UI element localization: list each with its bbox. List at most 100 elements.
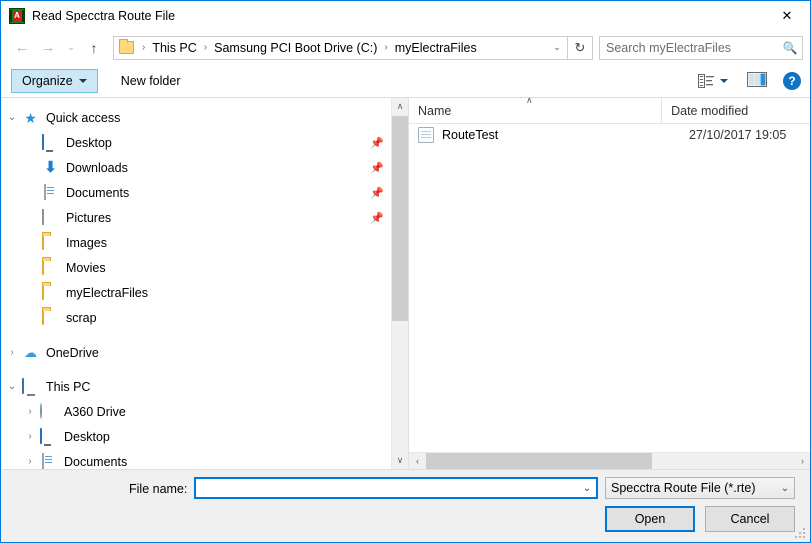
desktop-icon bbox=[42, 133, 59, 151]
window-controls: ✕ bbox=[764, 1, 810, 31]
resize-grip[interactable] bbox=[795, 528, 806, 539]
breadcrumb-item-this-pc[interactable]: This PC bbox=[149, 40, 199, 56]
column-label: Date modified bbox=[671, 103, 749, 118]
chevron-down-icon[interactable]: ⌄ bbox=[578, 483, 596, 494]
chevron-down-icon[interactable]: ⌄ bbox=[2, 112, 22, 123]
file-list-horizontal-scrollbar[interactable]: ‹ › bbox=[409, 452, 810, 470]
forward-icon[interactable]: → bbox=[35, 35, 61, 61]
address-bar[interactable]: › This PC › Samsung PCI Boot Drive (C:) … bbox=[113, 35, 568, 60]
pc-icon bbox=[22, 377, 39, 395]
dialog-body: ⌄ ★ Quick access Desktop 📌 ⬇ Downloads 📌 bbox=[2, 98, 810, 470]
window-title: Read Specctra Route File bbox=[32, 9, 176, 23]
scroll-down-icon[interactable]: ∨ bbox=[392, 452, 408, 469]
cancel-button[interactable]: Cancel bbox=[705, 506, 795, 532]
scrollbar-thumb[interactable] bbox=[392, 116, 408, 321]
sidebar-item-label: Movies bbox=[66, 260, 106, 275]
chevron-down-icon[interactable]: ⌄ bbox=[776, 483, 794, 494]
pin-icon[interactable]: 📌 bbox=[370, 186, 384, 199]
sidebar-item-label: scrap bbox=[66, 310, 97, 325]
sidebar-item-label: Downloads bbox=[66, 160, 128, 175]
file-type-filter-combo[interactable]: Specctra Route File (*.rte) ⌄ bbox=[605, 477, 795, 499]
refresh-icon[interactable]: ↻ bbox=[568, 35, 593, 60]
sidebar-item-label: Quick access bbox=[46, 110, 121, 125]
open-button[interactable]: Open bbox=[605, 506, 695, 532]
sidebar-item-onedrive[interactable]: › ☁ OneDrive bbox=[2, 340, 392, 365]
sort-ascending-icon: ∧ bbox=[526, 98, 533, 105]
recent-locations-icon[interactable]: ⌄ bbox=[61, 35, 81, 61]
chevron-down-icon[interactable]: ⌄ bbox=[2, 381, 22, 392]
breadcrumb-item-drive[interactable]: Samsung PCI Boot Drive (C:) bbox=[211, 40, 380, 56]
organize-button[interactable]: Organize bbox=[11, 68, 98, 93]
scroll-up-icon[interactable]: ∧ bbox=[392, 98, 408, 115]
sidebar-item-desktop[interactable]: Desktop 📌 bbox=[2, 130, 392, 155]
breadcrumb-separator: › bbox=[203, 42, 208, 53]
folder-icon bbox=[119, 39, 134, 54]
sidebar-item-pc-desktop[interactable]: › Desktop bbox=[2, 424, 392, 449]
a360-icon bbox=[40, 402, 57, 420]
sidebar-item-this-pc[interactable]: ⌄ This PC bbox=[2, 374, 392, 399]
table-row[interactable]: RouteTest 27/10/2017 19:05 bbox=[409, 124, 810, 146]
sidebar-item-label: Desktop bbox=[64, 429, 110, 444]
scroll-left-icon[interactable]: ‹ bbox=[409, 453, 426, 470]
breadcrumb-item-myelectrafiles[interactable]: myElectraFiles bbox=[392, 40, 480, 56]
close-icon[interactable]: ✕ bbox=[764, 1, 810, 31]
folder-icon bbox=[42, 258, 59, 276]
sidebar-item-label: myElectraFiles bbox=[66, 285, 148, 300]
sidebar-item-a360-drive[interactable]: › A360 Drive bbox=[2, 399, 392, 424]
pin-icon[interactable]: 📌 bbox=[370, 136, 384, 149]
chevron-down-icon[interactable]: ⌄ bbox=[547, 37, 567, 59]
scrollbar-thumb[interactable] bbox=[426, 452, 652, 469]
pin-icon[interactable]: 📌 bbox=[370, 161, 384, 174]
pin-icon[interactable]: 📌 bbox=[370, 211, 384, 224]
sidebar-item-label: Images bbox=[66, 235, 107, 250]
view-layout-button[interactable] bbox=[695, 68, 731, 94]
sidebar-item-label: Pictures bbox=[66, 210, 112, 225]
preview-pane-button[interactable] bbox=[747, 72, 767, 90]
search-box[interactable]: 🔍 bbox=[599, 35, 803, 60]
new-folder-button[interactable]: New folder bbox=[113, 69, 189, 93]
document-icon bbox=[42, 183, 59, 201]
breadcrumb-separator: › bbox=[384, 42, 388, 53]
sidebar-item-scrap[interactable]: scrap bbox=[2, 305, 392, 330]
sidebar-item-label: Documents bbox=[64, 454, 128, 469]
file-list-pane: ∧ Name Date modified RouteTest 27/10/201… bbox=[409, 98, 810, 470]
navigation-bar: ← → ⌄ ↑ › This PC › Samsung PCI Boot Dri… bbox=[2, 31, 810, 64]
chevron-right-icon[interactable]: › bbox=[20, 431, 40, 442]
file-name-input[interactable] bbox=[196, 480, 578, 496]
scroll-right-icon[interactable]: › bbox=[794, 453, 810, 470]
sidebar-item-movies[interactable]: Movies bbox=[2, 255, 392, 280]
sidebar-item-myelectrafiles[interactable]: myElectraFiles bbox=[2, 280, 392, 305]
sidebar-item-images[interactable]: Images bbox=[2, 230, 392, 255]
column-header-name[interactable]: ∧ Name bbox=[409, 98, 663, 123]
sidebar-item-pc-documents[interactable]: › Documents bbox=[2, 449, 392, 469]
title-bar: A Read Specctra Route File ✕ bbox=[1, 1, 810, 31]
sidebar-item-documents[interactable]: Documents 📌 bbox=[2, 180, 392, 205]
chevron-right-icon[interactable]: › bbox=[2, 347, 22, 358]
cloud-icon: ☁ bbox=[24, 344, 37, 360]
search-input[interactable] bbox=[600, 39, 778, 56]
download-icon: ⬇ bbox=[44, 158, 57, 176]
sidebar-item-label: Documents bbox=[66, 185, 130, 200]
preview-pane-icon bbox=[747, 72, 767, 87]
chevron-right-icon[interactable]: › bbox=[20, 406, 40, 417]
breadcrumb-separator: › bbox=[142, 42, 146, 53]
sidebar-item-label: Desktop bbox=[66, 135, 112, 150]
sidebar-item-quick-access[interactable]: ⌄ ★ Quick access bbox=[2, 105, 392, 130]
command-bar-right: ? bbox=[695, 64, 805, 98]
chevron-down-icon bbox=[78, 78, 87, 83]
file-name-combo[interactable]: ⌄ bbox=[194, 477, 598, 499]
document-icon bbox=[40, 452, 57, 470]
folder-icon bbox=[42, 233, 59, 251]
sidebar-item-label: OneDrive bbox=[46, 345, 99, 360]
sidebar-item-pictures[interactable]: Pictures 📌 bbox=[2, 205, 392, 230]
chevron-right-icon[interactable]: › bbox=[20, 456, 40, 467]
back-icon[interactable]: ← bbox=[9, 35, 35, 61]
help-button[interactable]: ? bbox=[783, 72, 801, 90]
column-header-date-modified[interactable]: Date modified bbox=[662, 98, 810, 123]
file-type-filter-value: Specctra Route File (*.rte) bbox=[611, 481, 756, 495]
app-chip-icon: A bbox=[9, 8, 25, 24]
up-icon[interactable]: ↑ bbox=[81, 35, 107, 61]
navigation-pane-scrollbar[interactable]: ∧ ∨ bbox=[391, 98, 408, 469]
sidebar-item-downloads[interactable]: ⬇ Downloads 📌 bbox=[2, 155, 392, 180]
search-icon[interactable]: 🔍 bbox=[778, 41, 802, 55]
